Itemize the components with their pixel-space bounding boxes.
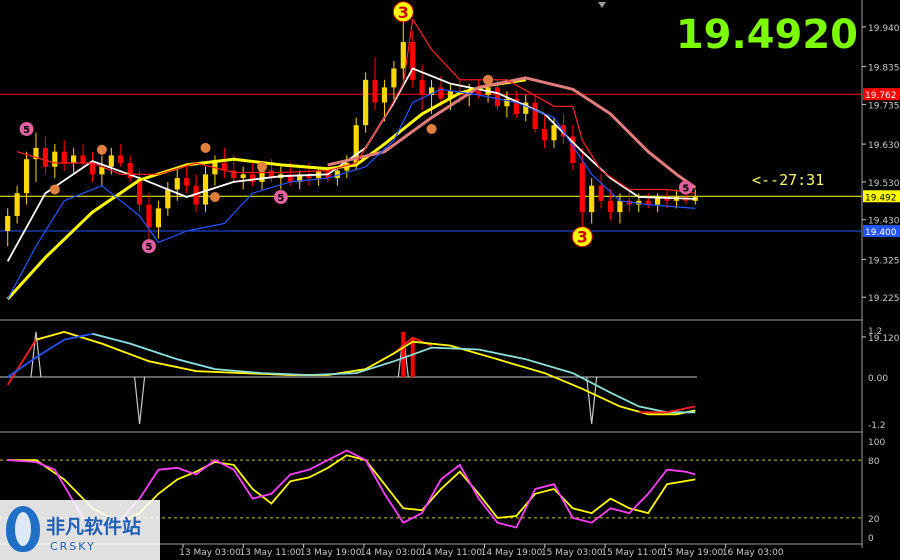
wave-marker[interactable]: [200, 142, 211, 153]
y-tick-label: 19.225: [868, 294, 900, 304]
y-tick-label: 19.735: [868, 101, 900, 111]
wave-marker[interactable]: [257, 161, 268, 172]
candle-body[interactable]: [52, 151, 58, 167]
y-tick-label: 19.940: [868, 24, 900, 34]
stoch-tick-label: 20: [868, 515, 880, 525]
candle-body[interactable]: [108, 155, 114, 167]
x-tick-label: 14 May 11:00: [420, 548, 482, 558]
x-tick-label: 15 May 19:00: [662, 548, 724, 558]
wave-marker[interactable]: [209, 192, 220, 203]
watermark-logo: 非凡软件站 CRSKY: [0, 500, 160, 560]
x-tick-label: 15 May 11:00: [601, 548, 663, 558]
candle-body[interactable]: [71, 155, 77, 163]
wave-marker-label: 5: [682, 184, 689, 195]
x-tick-label: 13 May 19:00: [300, 548, 362, 558]
wave-marker-label: 3: [398, 3, 409, 22]
x-tick-label: 13 May 11:00: [239, 548, 301, 558]
wave-marker-label: 5: [146, 242, 153, 253]
osc-tick-label: 0.00: [868, 374, 888, 384]
y-tick-label: 19.530: [868, 179, 900, 189]
candle-body[interactable]: [598, 185, 604, 201]
red-level-label: 19.762: [865, 91, 897, 101]
watermark-name: 非凡软件站: [46, 516, 142, 538]
wave-marker[interactable]: [96, 144, 107, 155]
candle-body[interactable]: [579, 163, 585, 213]
y-tick-label: 19.630: [868, 141, 900, 151]
candle-body[interactable]: [23, 159, 30, 194]
candle-body[interactable]: [250, 174, 256, 182]
candle-body[interactable]: [89, 163, 96, 175]
candle-body[interactable]: [372, 79, 378, 103]
stoch-tick-label: 0: [868, 534, 874, 544]
x-tick-label: 15 May 03:00: [541, 548, 603, 558]
candle-body[interactable]: [381, 87, 388, 103]
stoch-tick-label: 100: [868, 438, 885, 448]
bar-countdown: <--27:31: [752, 171, 825, 189]
candle-body[interactable]: [532, 102, 538, 129]
candle-body[interactable]: [494, 87, 501, 107]
candle-body[interactable]: [607, 200, 614, 213]
candle-body[interactable]: [419, 79, 425, 95]
candle-body[interactable]: [155, 208, 162, 228]
current-price-readout: 19.4920: [675, 12, 858, 58]
stoch-tick-label: 80: [868, 457, 880, 467]
candle-body[interactable]: [80, 155, 86, 163]
wave-marker-label: 3: [577, 228, 588, 247]
candle-body[interactable]: [391, 68, 397, 88]
chart-canvas: 5 5 5 3 3 5 19.940 19.835 19.735 19.630 19.530 19.…: [0, 0, 900, 560]
candle-body[interactable]: [118, 155, 124, 163]
candle-body[interactable]: [541, 128, 548, 141]
osc-tick-label: -1.2: [868, 421, 886, 431]
osc-tick-label: 1.2: [868, 327, 882, 337]
y-tick-label: 19.325: [868, 256, 900, 266]
y-tick-label: 19.835: [868, 64, 900, 74]
candle-body[interactable]: [617, 200, 623, 213]
candle-body[interactable]: [14, 193, 20, 216]
x-tick-label: 13 May 03:00: [179, 548, 241, 558]
x-tick-label: 16 May 03:00: [722, 548, 784, 558]
yellow-level-label: 19.492: [865, 193, 897, 203]
candle-body[interactable]: [42, 147, 48, 167]
candle-body[interactable]: [165, 189, 171, 209]
wave-marker-label: 5: [23, 125, 30, 136]
candle-body[interactable]: [410, 42, 416, 80]
wave-marker[interactable]: [483, 74, 494, 85]
candle-body[interactable]: [400, 42, 406, 69]
wave-marker[interactable]: [426, 123, 437, 134]
histogram-bar: [401, 331, 406, 377]
candle-body[interactable]: [5, 215, 11, 232]
histogram-bar: [410, 337, 415, 377]
candle-body[interactable]: [174, 178, 180, 190]
candle-body[interactable]: [589, 185, 595, 213]
candle-body[interactable]: [146, 204, 152, 228]
candle-body[interactable]: [61, 151, 67, 163]
candle-body[interactable]: [240, 174, 246, 179]
candle-body[interactable]: [184, 178, 190, 186]
blue-level-label: 19.400: [865, 228, 897, 238]
x-tick-label: 14 May 03:00: [360, 548, 422, 558]
x-tick-label: 14 May 19:00: [481, 548, 543, 558]
candle-body[interactable]: [551, 125, 557, 141]
wave-marker[interactable]: [49, 184, 60, 195]
candle-body[interactable]: [363, 79, 369, 126]
watermark-site: CRSKY: [50, 540, 96, 553]
wave-marker-label: 5: [277, 193, 284, 204]
watermark-shield-icon: [6, 506, 40, 552]
